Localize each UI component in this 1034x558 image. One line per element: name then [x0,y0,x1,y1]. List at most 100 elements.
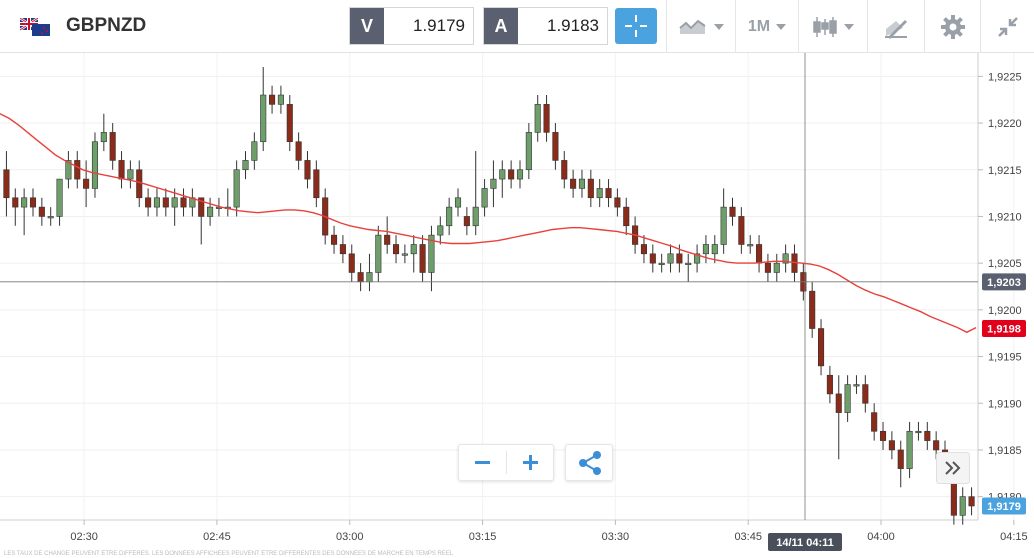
candle-body [897,449,904,469]
candle-body [818,328,825,367]
candle [127,160,134,189]
candle [959,487,966,525]
time-tick-label: 03:15 [469,531,497,543]
candle [392,235,400,264]
candle [764,253,771,282]
candle [357,263,364,292]
candle [21,188,28,236]
candle-body [180,197,187,208]
candle [605,179,612,208]
timeframe-button[interactable]: 1M [736,0,798,53]
candle [623,197,630,236]
candle [100,113,107,152]
candle-body [269,94,276,105]
crosshair-icon [625,15,647,37]
candle [277,85,284,114]
candle-body [596,188,603,199]
candle-body [153,197,160,208]
candle-body [968,496,975,507]
time-axis-labels: 02:30 02:45 03:00 03:15 03:30 03:45 04:00 04:15… [70,520,1028,543]
candle-body [534,104,541,133]
candle [446,197,453,236]
candle [74,151,81,189]
candle [180,188,187,217]
candle [153,188,160,217]
candle-body [463,216,470,227]
candle [29,188,37,217]
candle-body [658,262,665,265]
scroll-to-latest-button[interactable] [936,452,970,484]
chart-type-button[interactable] [667,0,735,53]
candle [145,188,152,217]
candle-body [401,253,408,256]
candle [162,188,169,217]
candle [702,235,709,264]
time-tick-label: 04:15 [1000,531,1028,543]
candle-body [879,430,887,441]
candle-body [729,206,736,217]
candle-body [233,169,240,208]
candle-style-button[interactable] [799,0,867,53]
candle-body [348,253,355,273]
settings-button[interactable] [925,0,980,53]
time-tick-label: 03:00 [336,531,364,543]
candle-body [127,169,134,180]
double-chevron-right-icon [945,461,961,475]
candle-body [38,206,45,217]
drawing-icon [885,19,907,39]
candle-body [835,393,842,413]
sell-price: 1.9179 [413,16,465,35]
candle [242,151,249,180]
candle [694,244,701,273]
candle-body [543,104,550,133]
plus-icon [523,455,538,470]
candle-body [570,178,577,189]
share-button[interactable] [565,444,613,481]
candle-body [499,169,506,180]
zoom-out-button[interactable] [459,445,506,480]
candle [304,151,311,189]
candle [826,365,833,404]
candle-body [826,374,833,395]
candle-body [357,272,364,283]
sell-label: V [350,8,384,44]
sell-price-box[interactable]: V 1.9179 [349,7,474,45]
candle-body [915,430,922,434]
candle-body [490,178,497,189]
price-tick-label: 1,9205 [988,258,1022,270]
candle-body [446,206,453,227]
candle [853,375,860,394]
candle [366,253,373,292]
candle [525,123,532,180]
candle-body [375,234,382,273]
candle-body [888,440,895,451]
candle [339,235,346,264]
candle [534,95,541,142]
price-tick-label: 1,9210 [988,211,1022,223]
candle-body [578,178,586,189]
collapse-button[interactable] [981,0,1034,53]
candle-body [384,234,391,245]
candle-body [649,253,656,264]
zoom-in-button[interactable] [507,445,554,480]
price-tick-label: 1,9220 [988,118,1022,130]
candle [47,207,54,226]
candle [596,179,603,208]
candle [269,85,276,114]
candle-body [764,262,771,273]
candle [968,487,975,516]
candle [906,421,913,478]
drawing-tools-button[interactable] [868,0,924,53]
buy-price-box[interactable]: A 1.9183 [483,7,608,45]
crosshair-button[interactable] [615,8,657,44]
candle-body [100,132,107,143]
candle-body [667,253,674,264]
candle [862,375,869,413]
candle [454,188,462,217]
candle-body [366,272,373,283]
time-tick-label: 02:30 [70,531,98,543]
candle [561,151,568,189]
candle [189,188,196,217]
price-chart[interactable]: 1,9225 1,9220 1,9215 1,9210 1,9205 1,9200 1,91… [0,53,1034,558]
candle-body [260,94,267,143]
